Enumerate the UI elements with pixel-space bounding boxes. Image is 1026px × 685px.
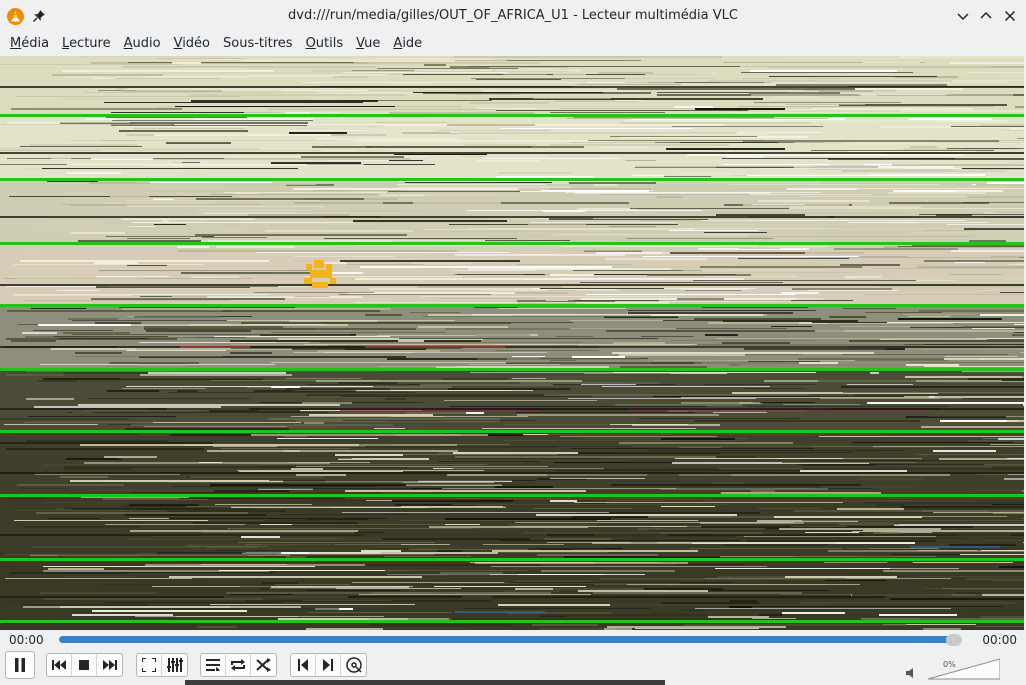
stop-button[interactable] xyxy=(72,654,97,676)
time-total: 00:00 xyxy=(982,633,1017,647)
taskbar-peek xyxy=(185,680,665,685)
seek-slider[interactable] xyxy=(59,636,959,643)
stop-icon xyxy=(79,660,89,670)
minimize-icon[interactable] xyxy=(955,8,971,24)
view-group xyxy=(136,653,188,677)
playlist-icon xyxy=(206,659,220,671)
vlc-window: dvd:///run/media/gilles/OUT_OF_AFRICA_U1… xyxy=(0,0,1026,685)
playlist-group xyxy=(200,653,277,677)
disc-menu-button[interactable] xyxy=(341,654,366,676)
playlist-button[interactable] xyxy=(201,654,226,676)
pause-icon xyxy=(15,658,25,672)
next-chapter-icon xyxy=(323,659,333,671)
menu-video[interactable]: Vidéo xyxy=(168,36,217,51)
next-chapter-button[interactable] xyxy=(316,654,341,676)
video-frame xyxy=(0,56,1024,630)
loop-button[interactable] xyxy=(226,654,251,676)
time-elapsed: 00:00 xyxy=(9,633,44,647)
shuffle-icon xyxy=(255,658,271,672)
disc-menu-icon xyxy=(345,657,362,673)
transport-group xyxy=(46,653,123,677)
menu-vue[interactable]: Vue xyxy=(350,36,387,51)
next-button[interactable] xyxy=(97,654,122,676)
volume-slider[interactable] xyxy=(928,658,1000,680)
previous-button[interactable] xyxy=(47,654,72,676)
shuffle-button[interactable] xyxy=(251,654,276,676)
menu-aide[interactable]: Aide xyxy=(387,36,429,51)
menu-bar: Média Lecture Audio Vidéo Sous-titres Ou… xyxy=(0,32,1026,54)
menu-sous-titres[interactable]: Sous-titres xyxy=(217,36,300,51)
fullscreen-icon xyxy=(142,658,156,672)
video-output[interactable] xyxy=(0,56,1024,630)
previous-chapter-button[interactable] xyxy=(291,654,316,676)
volume-percent: 0% xyxy=(943,660,956,669)
pause-button[interactable] xyxy=(5,651,35,679)
next-icon xyxy=(102,660,117,670)
maximize-icon[interactable] xyxy=(978,8,994,24)
window-title: dvd:///run/media/gilles/OUT_OF_AFRICA_U1… xyxy=(288,8,738,23)
menu-outils[interactable]: Outils xyxy=(300,36,351,51)
close-icon[interactable] xyxy=(1002,8,1018,24)
previous-icon xyxy=(52,660,66,670)
loop-icon xyxy=(231,659,245,671)
menu-lecture[interactable]: Lecture xyxy=(56,36,118,51)
extended-settings-icon xyxy=(166,658,183,672)
extended-settings-button[interactable] xyxy=(162,654,187,676)
previous-chapter-icon xyxy=(298,659,308,671)
seek-row: 00:00 00:00 xyxy=(0,631,1026,649)
speaker-icon[interactable] xyxy=(906,668,916,678)
fullscreen-button[interactable] xyxy=(137,654,162,676)
chapter-group xyxy=(290,653,367,677)
menu-audio[interactable]: Audio xyxy=(118,36,168,51)
seek-handle[interactable] xyxy=(946,634,962,646)
menu-media[interactable]: Média xyxy=(4,36,56,51)
title-bar[interactable]: dvd:///run/media/gilles/OUT_OF_AFRICA_U1… xyxy=(0,0,1026,32)
